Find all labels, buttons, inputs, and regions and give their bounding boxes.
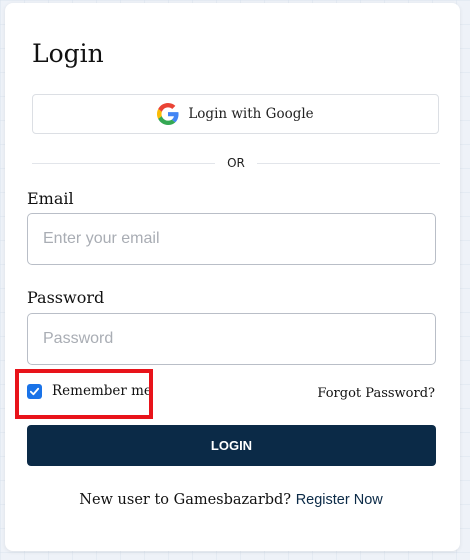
checkmark-icon (29, 387, 40, 395)
login-button[interactable]: LOGIN (27, 425, 436, 466)
forgot-password-link[interactable]: Forgot Password? (317, 386, 435, 401)
register-now-link[interactable]: Register Now (296, 492, 383, 508)
login-card: Login Login with Google OR (5, 3, 460, 551)
login-with-google-button[interactable]: Login with Google (32, 94, 439, 134)
google-icon (157, 103, 179, 125)
email-label: Email (27, 189, 74, 208)
or-divider: OR (32, 153, 441, 173)
divider-line-left (32, 162, 216, 164)
register-prompt-text: New user to Gamesbazarbd? (79, 492, 292, 508)
divider-text: OR (227, 156, 245, 170)
remember-me[interactable]: Remember me (27, 383, 152, 399)
password-label: Password (27, 288, 105, 307)
divider-line-right (256, 162, 441, 164)
remember-me-checkbox[interactable] (27, 383, 42, 399)
remember-me-label: Remember me (52, 383, 152, 399)
google-button-label: Login with Google (188, 106, 314, 122)
register-prompt: New user to Gamesbazarbd? Register Now (0, 492, 462, 508)
page-title: Login (32, 39, 104, 68)
email-field[interactable] (27, 213, 436, 265)
password-field[interactable] (27, 313, 436, 365)
